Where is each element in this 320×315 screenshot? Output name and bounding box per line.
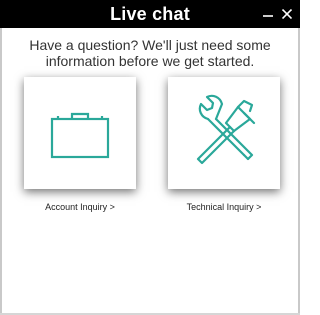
window-controls [261, 0, 294, 28]
minimize-button[interactable] [261, 4, 275, 24]
technical-inquiry-card[interactable] [168, 77, 280, 189]
technical-inquiry-link[interactable]: Technical Inquiry > [154, 202, 294, 212]
intro-line-2: information before we get started. [45, 53, 255, 69]
intro-text: Have a question? We'll just need some in… [10, 37, 290, 69]
window-border-left [0, 28, 2, 315]
account-inquiry-card[interactable] [24, 77, 136, 189]
close-button[interactable] [280, 4, 294, 24]
minimize-icon [263, 15, 273, 17]
account-inquiry-link[interactable]: Account Inquiry > [10, 202, 150, 212]
intro-line-1: Have a question? We'll just need some [29, 37, 271, 53]
briefcase-icon [50, 112, 110, 159]
title-bar[interactable]: Live chat [0, 0, 300, 28]
window-title: Live chat [110, 4, 190, 24]
close-icon [282, 9, 292, 19]
window-border-right [298, 28, 300, 315]
live-chat-window: Live chat Have a question? We'll just ne… [0, 0, 300, 315]
wrench-hammer-icon [196, 94, 256, 165]
